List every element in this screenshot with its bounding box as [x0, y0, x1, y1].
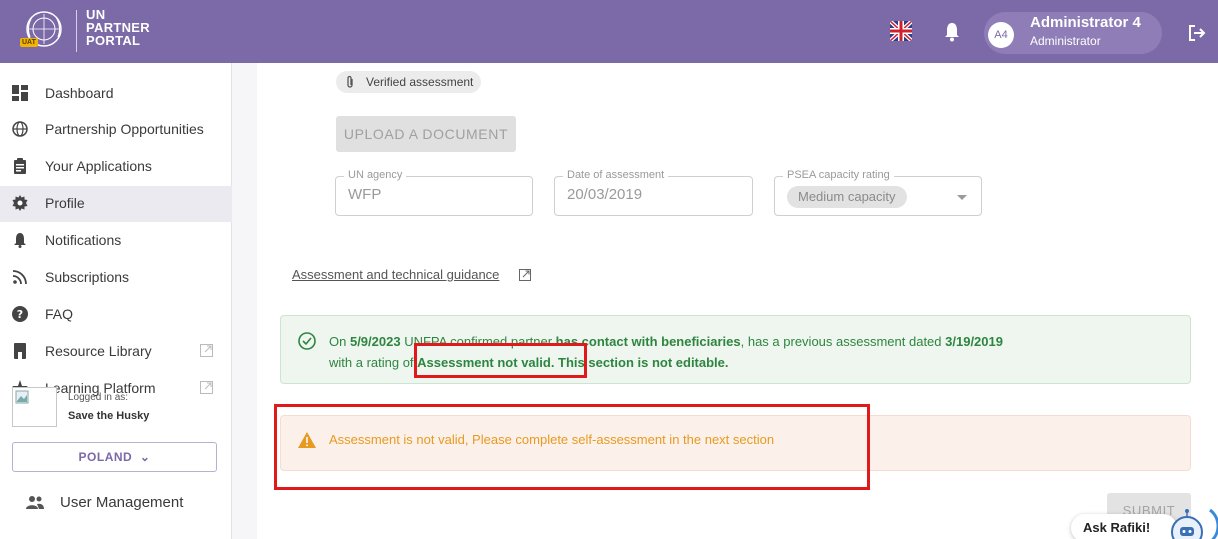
portal-logo-text: UN PARTNER PORTAL	[86, 8, 150, 47]
rss-icon	[12, 269, 28, 285]
sidebar-item-label: Subscriptions	[45, 269, 130, 285]
sidebar-item-subscriptions[interactable]: Subscriptions	[0, 260, 232, 296]
psea-capacity-rating-value: Medium capacity	[787, 186, 907, 208]
date-of-assessment-label: Date of assessment	[563, 169, 669, 181]
sidebar-item-notifications[interactable]: Notifications	[0, 223, 232, 259]
alert-text: On	[329, 334, 350, 349]
user-management-label: User Management	[60, 494, 184, 511]
dashboard-icon	[12, 85, 28, 101]
logo-divider	[76, 10, 77, 52]
warning-icon	[297, 431, 317, 449]
globe-icon	[12, 121, 28, 137]
notifications-bell-icon[interactable]	[944, 22, 960, 42]
logo-line: PORTAL	[86, 33, 141, 48]
robot-assistant-icon[interactable]	[1164, 508, 1218, 539]
svg-text:?: ?	[17, 308, 23, 321]
sidebar-item-your-applications[interactable]: Your Applications	[0, 149, 232, 185]
sidebar-item-partnership-opportunities[interactable]: Partnership Opportunities	[0, 112, 232, 148]
sidebar-item-label: Profile	[45, 195, 85, 211]
alert-text: with a rating of	[329, 355, 418, 370]
alert-text: UNFPA confirmed partner	[400, 334, 556, 349]
bell-icon	[12, 232, 28, 248]
alert-date: 3/19/2019	[945, 334, 1003, 349]
users-icon	[25, 494, 45, 510]
uk-flag-icon[interactable]	[890, 21, 912, 41]
alert-date: 5/9/2023	[349, 334, 401, 349]
dropdown-arrow-icon	[957, 195, 967, 200]
sidebar-item-label: FAQ	[45, 306, 74, 322]
psea-capacity-rating-label: PSEA capacity rating	[783, 169, 894, 181]
partner-logo-image	[12, 387, 57, 427]
alert-bold-text: Assessment not valid. This section is no…	[417, 355, 729, 370]
un-agency-label: UN agency	[344, 169, 407, 181]
check-circle-icon	[298, 332, 316, 350]
sidebar-item-label: Dashboard	[45, 85, 114, 101]
assessment-guidance-link[interactable]: Assessment and technical guidance	[292, 267, 499, 282]
sidebar-item-label: Notifications	[45, 232, 122, 248]
sidebar-item-label: Resource Library	[45, 343, 152, 359]
sidebar-item-faq[interactable]: ? FAQ	[0, 297, 232, 333]
alert-bold-text: has contact with beneficiaries	[555, 334, 741, 349]
external-link-icon	[200, 381, 213, 394]
user-name: Administrator 4	[1030, 14, 1141, 31]
psea-capacity-rating-select[interactable]: PSEA capacity rating Medium capacity	[774, 169, 982, 216]
assessment-info-text: On 5/9/2023 UNFPA confirmed partner has …	[329, 331, 1179, 373]
warning-text: Assessment is not valid, Please complete…	[329, 432, 775, 447]
sidebar-item-label: Partnership Opportunities	[45, 121, 204, 137]
avatar[interactable]: A4	[988, 22, 1014, 48]
sidebar-item-profile[interactable]: Profile	[0, 186, 232, 222]
verified-assessment-label: Verified assessment	[366, 75, 474, 89]
external-link-icon	[200, 344, 213, 357]
logout-icon[interactable]	[1188, 24, 1206, 42]
country-selector-button[interactable]: POLAND ⌄	[12, 442, 217, 472]
sidebar-item-resource-library[interactable]: Resource Library	[0, 334, 232, 370]
logged-in-label: Logged in as:	[68, 392, 129, 403]
user-role: Administrator	[1030, 34, 1101, 48]
help-icon: ?	[12, 306, 28, 322]
ask-rafiki-label: Ask Rafiki!	[1083, 520, 1151, 535]
un-agency-value: WFP	[348, 186, 382, 203]
upload-document-button[interactable]: UPLOAD A DOCUMENT	[336, 116, 516, 152]
book-icon	[12, 343, 28, 359]
chevron-down-icon: ⌄	[136, 450, 151, 464]
attachment-icon	[345, 75, 355, 89]
un-agency-field[interactable]: UN agency WFP	[335, 169, 533, 216]
alert-text: , has a previous assessment dated	[740, 334, 946, 349]
date-of-assessment-value: 20/03/2019	[567, 186, 643, 203]
clipboard-icon	[12, 158, 28, 174]
env-badge: UAT	[20, 38, 38, 47]
sidebar-item-user-management[interactable]: User Management	[0, 485, 232, 521]
sidebar-item-dashboard[interactable]: Dashboard	[0, 76, 232, 112]
logged-in-name: Save the Husky	[68, 410, 150, 422]
sidebar-item-label: Your Applications	[45, 158, 152, 174]
country-label: POLAND	[78, 450, 133, 464]
date-of-assessment-field[interactable]: Date of assessment 20/03/2019	[554, 169, 753, 216]
gear-icon	[12, 195, 28, 211]
external-link-icon[interactable]	[519, 268, 531, 281]
